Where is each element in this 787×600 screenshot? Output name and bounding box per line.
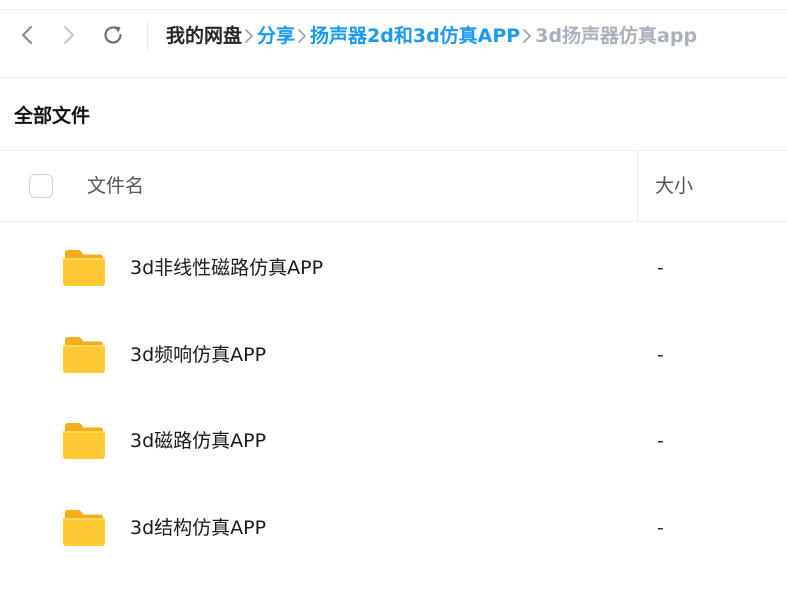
column-header-size[interactable]: 大小 <box>655 173 693 199</box>
file-name[interactable]: 3d结构仿真APP <box>130 515 266 541</box>
breadcrumb: 我的网盘 分享 扬声器2d和3d仿真APP 3d扬声器仿真app <box>166 23 697 49</box>
folder-icon <box>63 423 105 459</box>
chevron-left-icon <box>22 26 32 44</box>
column-divider[interactable] <box>637 151 638 222</box>
breadcrumb-item-current: 3d扬声器仿真app <box>535 25 698 47</box>
chevron-right-icon <box>297 28 307 44</box>
table-row[interactable]: 3d频响仿真APP - <box>0 311 787 397</box>
file-size: - <box>657 517 664 539</box>
file-name[interactable]: 3d非线性磁路仿真APP <box>130 255 323 281</box>
table-row[interactable]: 3d结构仿真APP - <box>0 484 787 570</box>
table-row[interactable]: 3d非线性磁路仿真APP - <box>0 224 787 310</box>
refresh-icon <box>104 26 122 44</box>
folder-icon <box>63 250 105 286</box>
file-name[interactable]: 3d磁路仿真APP <box>130 428 266 454</box>
select-all-checkbox[interactable] <box>29 174 53 198</box>
file-size: - <box>657 257 664 279</box>
forward-button[interactable] <box>56 23 80 47</box>
table-header: 文件名 大小 <box>0 150 787 222</box>
folder-icon <box>63 510 105 546</box>
toolbar-divider <box>147 21 148 51</box>
column-header-name[interactable]: 文件名 <box>87 173 144 199</box>
file-size: - <box>657 430 664 452</box>
breadcrumb-item-share[interactable]: 分享 <box>257 23 295 49</box>
refresh-button[interactable] <box>101 23 125 47</box>
chevron-right-icon <box>244 28 254 44</box>
folder-icon <box>63 337 105 373</box>
section-title: 全部文件 <box>14 105 91 127</box>
back-button[interactable] <box>16 23 40 47</box>
chevron-right-icon <box>522 28 532 44</box>
table-row[interactable]: 3d磁路仿真APP - <box>0 397 787 483</box>
file-size: - <box>657 344 664 366</box>
window-top-edge <box>0 0 787 10</box>
file-name[interactable]: 3d频响仿真APP <box>130 342 266 368</box>
breadcrumb-item-my-drive[interactable]: 我的网盘 <box>166 23 242 49</box>
chevron-right-icon <box>64 26 74 44</box>
breadcrumb-item-speaker-sim[interactable]: 扬声器2d和3d仿真APP <box>310 23 520 49</box>
